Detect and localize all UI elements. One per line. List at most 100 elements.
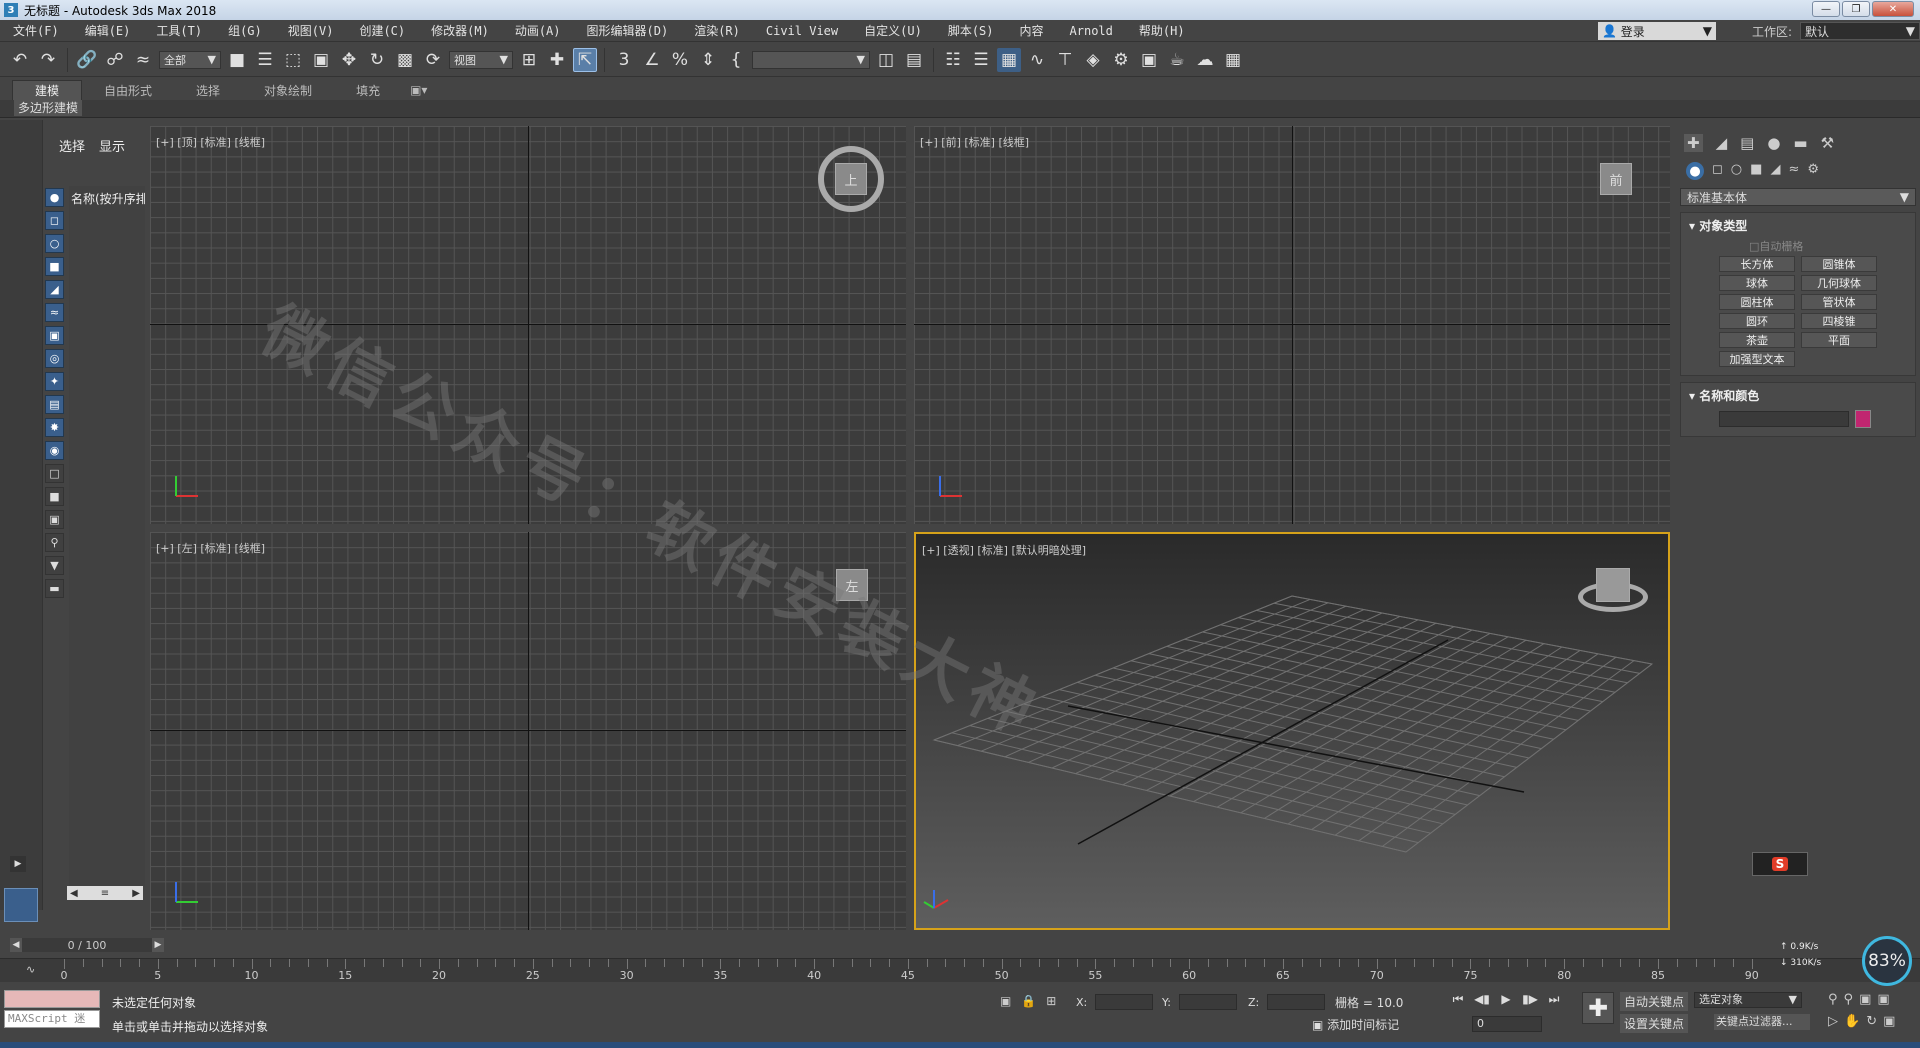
key-mode-dropdown[interactable]: 选定对象 ▼ bbox=[1694, 992, 1802, 1008]
find-icon[interactable]: ⚲ bbox=[45, 533, 64, 552]
render-setup-icon[interactable]: ⚙ bbox=[1109, 48, 1133, 72]
render-in-cloud-icon[interactable]: ☁ bbox=[1193, 48, 1217, 72]
viewport-front[interactable]: [+] [前] [标准] [线框] 前 bbox=[914, 126, 1670, 524]
tab-object-paint[interactable]: 对象绘制 bbox=[242, 80, 334, 100]
pan-icon[interactable]: ✋ bbox=[1844, 1014, 1860, 1029]
viewcube[interactable]: 上 bbox=[835, 163, 867, 195]
containers-filter-icon[interactable]: ▤ bbox=[45, 395, 64, 414]
maximize-button[interactable]: ❐ bbox=[1842, 1, 1870, 17]
workspace-dropdown[interactable]: 默认 ▼ bbox=[1800, 22, 1920, 40]
go-to-end-icon[interactable]: ⏭ bbox=[1544, 992, 1564, 1007]
scroll-thumb[interactable]: ≡ bbox=[101, 888, 109, 899]
viewport-perspective[interactable]: [+] [透视] [标准] [默认明暗处理] bbox=[914, 532, 1670, 930]
groups-filter-icon[interactable]: ▣ bbox=[45, 326, 64, 345]
close-button[interactable]: ✕ bbox=[1872, 1, 1914, 17]
zoom-all-icon[interactable]: ⚲ bbox=[1844, 992, 1854, 1007]
ime-indicator[interactable]: S bbox=[1752, 852, 1808, 876]
edit-named-selection-icon[interactable]: { bbox=[724, 48, 748, 72]
layer-explorer-icon[interactable]: ☰ bbox=[969, 48, 993, 72]
next-frame-icon[interactable]: ▮▶ bbox=[1520, 992, 1540, 1007]
name-column-header[interactable]: 名称(按升序排 bbox=[69, 186, 145, 207]
geosphere-button[interactable]: 几何球体 bbox=[1801, 275, 1877, 291]
spacewarps-filter-icon[interactable]: ≈ bbox=[45, 303, 64, 322]
set-key-icon[interactable]: ✚ bbox=[1582, 992, 1614, 1024]
helpers-icon[interactable]: ◢ bbox=[1770, 162, 1780, 180]
cameras-filter-icon[interactable]: ■ bbox=[45, 257, 64, 276]
tube-button[interactable]: 管状体 bbox=[1801, 294, 1877, 310]
sphere-button[interactable]: 球体 bbox=[1719, 275, 1795, 291]
previous-frame-icon[interactable]: ◀▮ bbox=[1472, 992, 1492, 1007]
viewport-layout-icon[interactable] bbox=[4, 888, 38, 922]
snaps-toggle-icon[interactable]: 3 bbox=[612, 48, 636, 72]
zoom-extents-icon[interactable]: ▣ bbox=[1859, 992, 1871, 1007]
tab-selection[interactable]: 选择 bbox=[174, 80, 242, 100]
motion-tab-icon[interactable]: ● bbox=[1767, 134, 1780, 152]
scroll-left-icon[interactable]: ◀ bbox=[70, 888, 78, 899]
tab-display[interactable]: 显示 bbox=[99, 136, 125, 155]
select-object-icon[interactable]: ■ bbox=[225, 48, 249, 72]
pyramid-button[interactable]: 四棱锥 bbox=[1801, 313, 1877, 329]
mirror-icon[interactable]: ◫ bbox=[874, 48, 898, 72]
memory-usage-gauge[interactable]: 83% bbox=[1862, 936, 1912, 986]
redo-icon[interactable]: ↷ bbox=[36, 48, 60, 72]
frozen-filter-icon[interactable]: ◉ bbox=[45, 441, 64, 460]
auto-key-button[interactable]: 自动关键点 bbox=[1620, 992, 1689, 1011]
y-field[interactable] bbox=[1178, 994, 1237, 1010]
curve-editor-icon[interactable]: ∿ bbox=[1025, 48, 1049, 72]
selection-filter-dropdown[interactable]: 全部 ▼ bbox=[159, 50, 221, 69]
menu-help[interactable]: 帮助(H) bbox=[1126, 22, 1198, 39]
field-of-view-icon[interactable]: ▷ bbox=[1828, 1014, 1838, 1029]
shapes-filter-icon[interactable]: ◻ bbox=[45, 211, 64, 230]
teapot-button[interactable]: 茶壶 bbox=[1719, 332, 1795, 348]
time-slider[interactable]: ◀ 0 / 100 ▶ bbox=[10, 937, 164, 953]
prev-frame-arrow-icon[interactable]: ◀ bbox=[10, 938, 22, 952]
utilities-tab-icon[interactable]: ⚒ bbox=[1821, 134, 1834, 152]
mini-curve-editor-icon[interactable]: ∿ bbox=[26, 963, 35, 976]
scene-explorer-icon[interactable]: ☷ bbox=[941, 48, 965, 72]
menu-scripting[interactable]: 脚本(S) bbox=[935, 22, 1007, 39]
unlink-icon[interactable]: ☍ bbox=[103, 48, 127, 72]
object-name-field[interactable] bbox=[1719, 411, 1849, 427]
tab-freeform[interactable]: 自由形式 bbox=[82, 80, 174, 100]
geometry-category-dropdown[interactable]: 标准基本体 ▼ bbox=[1680, 188, 1916, 206]
menu-graph-editors[interactable]: 图形编辑器(D) bbox=[574, 22, 682, 39]
expand-panel-icon[interactable]: ▶ bbox=[10, 856, 26, 872]
viewport-left-label[interactable]: [+] [左] [标准] [线框] bbox=[156, 540, 265, 556]
torus-button[interactable]: 圆环 bbox=[1719, 313, 1795, 329]
viewcube[interactable]: 前 bbox=[1600, 163, 1632, 195]
window-crossing-icon[interactable]: ▣ bbox=[309, 48, 333, 72]
link-icon[interactable]: 🔗 bbox=[75, 48, 99, 72]
object-type-header[interactable]: ▾ 对象类型 bbox=[1689, 217, 1907, 234]
geometry-filter-icon[interactable]: ● bbox=[45, 188, 64, 207]
display-none-icon[interactable]: □ bbox=[45, 464, 64, 483]
maxscript-mini-listener[interactable]: MAXScript 迷 bbox=[4, 1010, 100, 1028]
place-icon[interactable]: ⟳ bbox=[421, 48, 445, 72]
zoom-icon[interactable]: ⚲ bbox=[1828, 992, 1838, 1007]
z-field[interactable] bbox=[1267, 994, 1326, 1010]
ribbon-options-icon[interactable]: ▣▾ bbox=[402, 80, 435, 100]
set-key-button[interactable]: 设置关键点 bbox=[1620, 1014, 1689, 1033]
xrefs-filter-icon[interactable]: ◎ bbox=[45, 349, 64, 368]
menu-arnold[interactable]: Arnold bbox=[1057, 24, 1126, 38]
reference-coordinate-dropdown[interactable]: 视图 ▼ bbox=[449, 50, 513, 69]
angle-snap-icon[interactable]: ∠ bbox=[640, 48, 664, 72]
rectangular-selection-icon[interactable]: ⬚ bbox=[281, 48, 305, 72]
polygon-modeling-panel[interactable]: 多边形建模 bbox=[14, 100, 83, 116]
object-color-swatch[interactable] bbox=[1855, 410, 1871, 428]
spinner-snap-icon[interactable]: ⇕ bbox=[696, 48, 720, 72]
absolute-mode-icon[interactable]: ⊞ bbox=[1046, 994, 1056, 1008]
minimize-button[interactable]: — bbox=[1812, 1, 1840, 17]
viewport-top[interactable]: [+] [顶] [标准] [线框] 上 bbox=[150, 126, 906, 524]
cameras-icon[interactable]: ■ bbox=[1750, 162, 1762, 180]
undo-icon[interactable]: ↶ bbox=[8, 48, 32, 72]
select-manipulate-icon[interactable]: ✚ bbox=[545, 48, 569, 72]
select-by-name-icon[interactable]: ☰ bbox=[253, 48, 277, 72]
plane-button[interactable]: 平面 bbox=[1801, 332, 1877, 348]
render-production-icon[interactable]: ☕ bbox=[1165, 48, 1189, 72]
track-bar[interactable]: ∿ 0 5 10 15 20 25 30 35 40 45 50 55 60 65 70 75 80 85 90 bbox=[0, 958, 1920, 982]
zoom-extents-all-icon[interactable]: ▣ bbox=[1877, 992, 1889, 1007]
cylinder-button[interactable]: 圆柱体 bbox=[1719, 294, 1795, 310]
material-editor-icon[interactable]: ◈ bbox=[1081, 48, 1105, 72]
menu-create[interactable]: 创建(C) bbox=[346, 22, 418, 39]
viewcube[interactable]: 左 bbox=[836, 569, 868, 601]
